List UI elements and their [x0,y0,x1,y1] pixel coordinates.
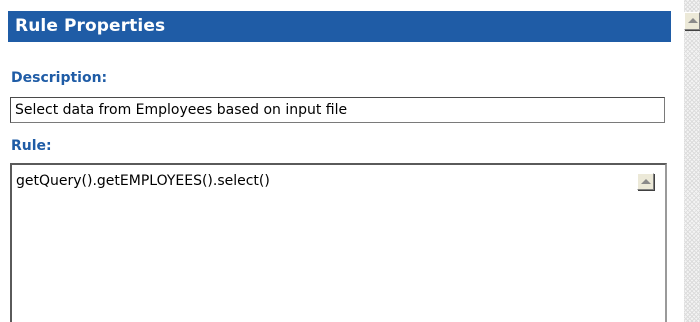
panel-title: Rule Properties [8,11,671,42]
rule-scrollbar[interactable] [635,165,665,322]
rule-textarea[interactable]: getQuery().getEMPLOYEES().select() [10,163,667,322]
rule-label: Rule: [11,138,52,154]
panel-scrollbar[interactable] [684,0,700,322]
rule-text: getQuery().getEMPLOYEES().select() [16,173,270,189]
description-input[interactable]: Select data from Employees based on inpu… [10,97,665,123]
arrow-up-icon [641,179,651,184]
description-label: Description: [11,70,108,86]
rule-scroll-up-button[interactable] [637,173,654,190]
panel-scroll-up-button[interactable] [684,12,700,30]
rule-properties-panel: Rule Properties Description: Select data… [0,0,700,322]
arrow-up-icon [688,18,698,23]
